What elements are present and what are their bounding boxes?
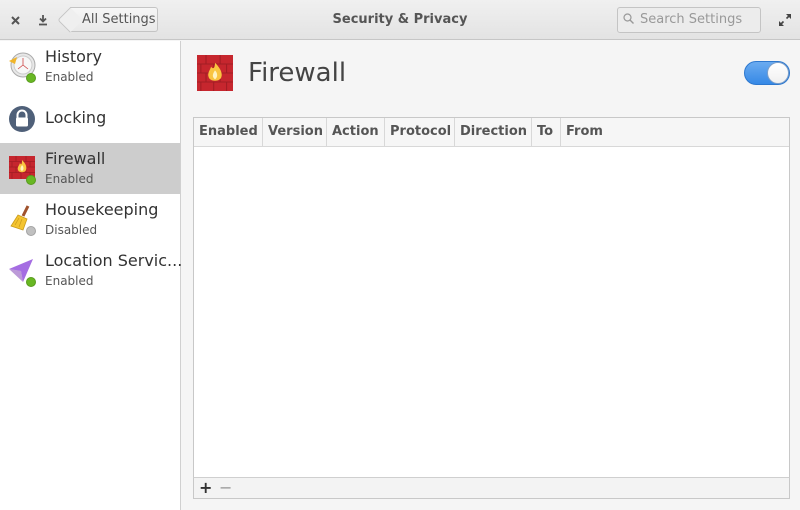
status-dot-enabled	[26, 277, 36, 287]
page-title: Firewall	[248, 58, 347, 88]
column-header-action[interactable]: Action	[327, 118, 385, 146]
status-dot-enabled	[26, 73, 36, 83]
table-toolbar: + −	[193, 477, 790, 499]
status-dot-enabled	[26, 175, 36, 185]
firewall-toggle[interactable]	[744, 61, 790, 85]
sidebar-item-status: Enabled	[45, 70, 94, 84]
sidebar-item-label: Location Servic...	[45, 251, 183, 270]
sidebar-item-housekeeping[interactable]: Housekeeping Disabled	[0, 194, 180, 245]
sidebar: History Enabled Locking Firewall Enabled…	[0, 41, 183, 510]
status-dot-disabled	[26, 226, 36, 236]
sidebar-item-firewall[interactable]: Firewall Enabled	[0, 143, 180, 194]
column-header-protocol[interactable]: Protocol	[385, 118, 455, 146]
column-header-to[interactable]: To	[532, 118, 561, 146]
sidebar-item-status: Disabled	[45, 223, 98, 237]
column-header-version[interactable]: Version	[263, 118, 327, 146]
maximize-button[interactable]	[778, 12, 794, 28]
lock-icon	[9, 106, 35, 132]
sidebar-item-label: Locking	[45, 108, 107, 127]
sidebar-item-label: History	[45, 47, 102, 66]
sidebar-item-status: Enabled	[45, 274, 94, 288]
sidebar-item-location-services[interactable]: Location Servic... Enabled	[0, 245, 183, 296]
sidebar-item-status: Enabled	[45, 172, 94, 186]
search-input[interactable]: Search Settings	[617, 7, 761, 33]
sidebar-item-label: Firewall	[45, 149, 106, 168]
firewall-rules-table: Enabled Version Action Protocol Directio…	[193, 117, 790, 478]
sidebar-item-label: Housekeeping	[45, 200, 159, 219]
add-rule-button[interactable]: +	[199, 479, 212, 497]
sidebar-item-history[interactable]: History Enabled	[0, 41, 180, 92]
firewall-header-icon	[197, 55, 233, 91]
sidebar-item-locking[interactable]: Locking	[0, 92, 180, 143]
remove-rule-button[interactable]: −	[219, 479, 232, 497]
maximize-icon	[779, 14, 791, 26]
column-header-enabled[interactable]: Enabled	[194, 118, 263, 146]
search-icon	[623, 13, 634, 24]
column-header-direction[interactable]: Direction	[455, 118, 532, 146]
column-header-from[interactable]: From	[561, 118, 789, 146]
table-header: Enabled Version Action Protocol Directio…	[194, 118, 789, 147]
header-bar: All Settings Security & Privacy Search S…	[0, 0, 800, 40]
toggle-knob[interactable]	[767, 62, 789, 84]
search-placeholder: Search Settings	[640, 12, 743, 27]
